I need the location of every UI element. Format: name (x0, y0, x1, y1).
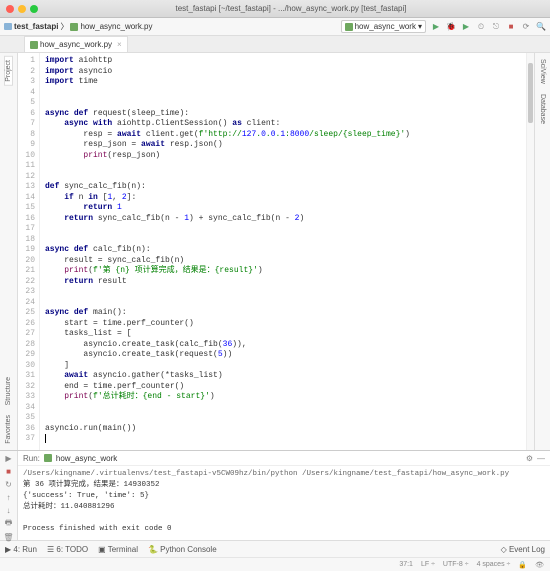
tool-database[interactable]: Database (539, 91, 546, 127)
rerun-button[interactable]: ▶ (4, 454, 14, 463)
python-icon (70, 23, 78, 31)
close-icon[interactable] (6, 5, 14, 13)
print-button[interactable]: 🖶 (4, 519, 14, 529)
restart-button[interactable]: ↻ (4, 480, 14, 489)
tool-terminal[interactable]: ▣ Terminal (98, 545, 138, 554)
run-output[interactable]: /Users/kingname/.virtualenvs/test_fastap… (18, 466, 550, 540)
right-gutter: SciView Database (534, 53, 550, 450)
run-config-name: how_async_work (355, 22, 416, 31)
chevron-down-icon: ▾ (418, 22, 422, 31)
hide-icon[interactable]: — (537, 454, 545, 463)
search-button[interactable]: 🔍 (536, 22, 546, 32)
up-button[interactable]: ↑ (4, 493, 14, 502)
event-log[interactable]: ◇ Event Log (501, 545, 545, 554)
toolbar: test_fastapi 〉 how_async_work.py how_asy… (0, 18, 550, 36)
down-button[interactable]: ↓ (4, 506, 14, 515)
left-gutter: Project Structure Favorites (0, 53, 18, 450)
tool-todo[interactable]: ☰ 6: TODO (47, 545, 88, 554)
attach-button[interactable]: ⎋ (491, 22, 501, 32)
tool-sciview[interactable]: SciView (539, 56, 546, 87)
update-button[interactable]: ⟳ (521, 22, 531, 32)
python-icon (44, 454, 52, 462)
code-editor[interactable]: 1234567891011121314151617181920212223242… (18, 53, 534, 450)
stop-button[interactable]: ■ (4, 467, 14, 476)
run-config-dropdown[interactable]: how_async_work ▾ (341, 20, 426, 33)
editor-tabs: how_async_work.py × (0, 36, 550, 53)
inspector-icon[interactable]: 👁 (535, 561, 544, 569)
minimize-icon[interactable] (18, 5, 26, 13)
tool-project[interactable]: Project (4, 56, 13, 86)
maximize-icon[interactable] (30, 5, 38, 13)
tool-python-console[interactable]: 🐍 Python Console (148, 545, 217, 554)
status-bar: 37:1 LF ÷ UTF-8 ÷ 4 spaces ÷ 🔒 👁 (0, 557, 550, 571)
code-area[interactable]: import aiohttp import asyncio import tim… (40, 53, 526, 450)
tool-structure[interactable]: Structure (5, 374, 12, 408)
trash-button[interactable]: 🗑 (4, 533, 14, 542)
profile-button[interactable]: ⏲ (476, 22, 486, 32)
window-title: test_fastapi [~/test_fastapi] - .../how_… (38, 4, 544, 13)
python-icon (30, 41, 38, 49)
lock-icon[interactable]: 🔒 (518, 561, 527, 569)
scrollbar[interactable] (526, 53, 534, 450)
bottom-toolbar: ▶ 4: Run ☰ 6: TODO ▣ Terminal 🐍 Python C… (0, 540, 550, 557)
line-numbers: 1234567891011121314151617181920212223242… (18, 53, 40, 450)
coverage-button[interactable]: ▶ (461, 22, 471, 32)
run-tabs: Run: how_async_work ⚙ — (18, 451, 550, 466)
close-icon[interactable]: × (117, 40, 122, 49)
run-tab-name[interactable]: how_async_work (56, 454, 117, 463)
tool-run[interactable]: ▶ 4: Run (5, 545, 37, 554)
window-controls[interactable] (6, 5, 38, 13)
titlebar: test_fastapi [~/test_fastapi] - .../how_… (0, 0, 550, 18)
run-panel: ▶ ■ ↻ ↑ ↓ 🖶 🗑 Run: how_async_work ⚙ — /U… (0, 450, 550, 540)
tab-label: how_async_work.py (40, 40, 112, 49)
scrollbar-thumb[interactable] (528, 63, 533, 123)
run-label: Run: (23, 454, 40, 463)
python-icon (345, 23, 353, 31)
run-panel-toolbar: ▶ ■ ↻ ↑ ↓ 🖶 🗑 (0, 451, 18, 540)
tab-how-async-work[interactable]: how_async_work.py × (24, 36, 128, 52)
run-button[interactable]: ▶ (431, 22, 441, 32)
gear-icon[interactable]: ⚙ (526, 454, 533, 463)
debug-button[interactable]: 🐞 (446, 22, 456, 32)
project-name: test_fastapi (14, 22, 58, 31)
tool-favorites[interactable]: Favorites (5, 412, 12, 447)
stop-button[interactable]: ■ (506, 22, 516, 32)
folder-icon (4, 23, 12, 30)
file-name: how_async_work.py (80, 22, 152, 31)
breadcrumb[interactable]: test_fastapi 〉 how_async_work.py (4, 21, 153, 32)
